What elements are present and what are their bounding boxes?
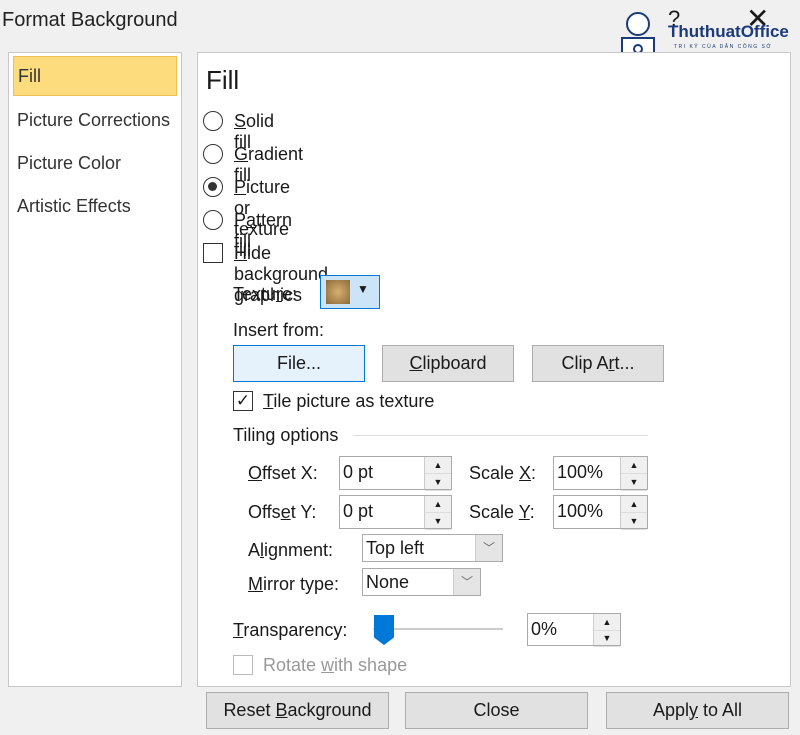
checkbox-box-checked[interactable]: ✓	[233, 391, 253, 411]
apply-to-all-button[interactable]: Apply to All	[606, 692, 789, 729]
close-button[interactable]: Close	[405, 692, 588, 729]
offset-y-input[interactable]: 0 pt ▲ ▼	[339, 495, 452, 530]
texture-picker[interactable]: ▼	[320, 275, 380, 309]
radio-pattern-fill[interactable]: Pattern fill	[203, 210, 292, 251]
dialog-title: Format Background	[2, 9, 178, 31]
radio-circle[interactable]	[203, 210, 223, 230]
checkbox-label: Rotate with shape	[263, 655, 408, 675]
spin-down-icon[interactable]: ▼	[594, 631, 620, 647]
offset-x-value: 0 pt	[343, 462, 374, 482]
section-heading: Fill	[206, 65, 240, 95]
transparency-input[interactable]: 0% ▲ ▼	[527, 613, 621, 647]
checkbox-hide-background[interactable]: Hide background graphics	[203, 243, 328, 305]
checkbox-rotate-with-shape[interactable]: Rotate with shape	[233, 655, 407, 675]
radio-circle-selected[interactable]	[203, 177, 223, 197]
watermark-tagline: TRI KỶ CỦA DÂN CÔNG SỞ	[674, 44, 773, 50]
spin-down-icon[interactable]: ▼	[621, 513, 647, 530]
checkbox-tile[interactable]: ✓ Tile picture as texture	[233, 391, 434, 411]
checkbox-box-disabled[interactable]	[233, 655, 253, 675]
scale-y-spinner[interactable]: ▲ ▼	[620, 496, 647, 530]
fill-pane: Fill Solid fill Gradient fill Picture or…	[197, 52, 791, 687]
reset-background-button[interactable]: Reset Background	[206, 692, 389, 729]
transparency-value: 0%	[531, 619, 558, 639]
category-list: Fill Picture Corrections Picture Color A…	[8, 52, 182, 687]
divider	[353, 435, 648, 436]
file-button[interactable]: File...	[233, 345, 365, 382]
clip-art-button[interactable]: Clip Art...	[532, 345, 664, 382]
alignment-label: Alignment:	[248, 540, 334, 560]
offset-x-spinner[interactable]: ▲ ▼	[424, 457, 451, 491]
file-button-label: File...	[276, 353, 321, 373]
dropdown-arrow-icon: ▼	[357, 282, 369, 296]
scale-x-label: Scale X:	[469, 463, 537, 483]
radio-gradient-fill[interactable]: Gradient fill	[203, 144, 303, 185]
offset-y-value: 0 pt	[343, 501, 374, 521]
texture-swatch	[326, 280, 350, 304]
tiling-options-label: Tiling options	[233, 425, 339, 445]
transparency-slider-thumb[interactable]	[374, 615, 394, 645]
offset-x-input[interactable]: 0 pt ▲ ▼	[339, 456, 452, 491]
offset-x-label: Offset X:	[248, 463, 318, 483]
spin-down-icon[interactable]: ▼	[425, 513, 451, 530]
transparency-spinner[interactable]: ▲ ▼	[593, 614, 620, 647]
radio-solid-fill[interactable]: Solid fill	[203, 111, 274, 152]
watermark-brand: ThuthuatOffice	[668, 22, 789, 41]
alignment-select[interactable]: Top left ﹀	[362, 534, 503, 562]
scale-x-spinner[interactable]: ▲ ▼	[620, 457, 647, 491]
nav-artistic-effects[interactable]: Artistic Effects	[13, 187, 175, 225]
offset-y-spinner[interactable]: ▲ ▼	[424, 496, 451, 530]
mirror-type-label: Mirror type:	[248, 574, 340, 594]
texture-label: Texture:	[233, 284, 298, 304]
insert-from-label: Insert from:	[233, 320, 325, 340]
checkbox-box[interactable]	[203, 243, 223, 263]
checkbox-label: Tile picture as texture	[263, 391, 435, 411]
scale-y-value: 100%	[557, 501, 604, 521]
offset-y-label: Offset Y:	[248, 502, 317, 522]
scale-x-value: 100%	[557, 462, 604, 482]
scale-y-label: Scale Y:	[469, 502, 535, 522]
clipboard-button[interactable]: Clipboard	[382, 345, 514, 382]
chevron-down-icon[interactable]: ﹀	[475, 535, 502, 561]
transparency-label: Transparency:	[233, 620, 348, 640]
alignment-value: Top left	[366, 538, 425, 558]
mirror-type-select[interactable]: None ﹀	[362, 568, 481, 596]
chevron-down-icon[interactable]: ﹀	[453, 569, 480, 595]
scale-x-input[interactable]: 100% ▲ ▼	[553, 456, 648, 491]
scale-y-input[interactable]: 100% ▲ ▼	[553, 495, 648, 530]
mirror-type-value: None	[366, 572, 410, 592]
radio-circle[interactable]	[203, 111, 223, 131]
radio-picture-texture-fill[interactable]: Picture or texture fill	[203, 177, 290, 260]
nav-picture-corrections[interactable]: Picture Corrections	[13, 101, 175, 139]
nav-fill[interactable]: Fill	[13, 56, 177, 96]
nav-picture-color[interactable]: Picture Color	[13, 144, 175, 182]
radio-circle[interactable]	[203, 144, 223, 164]
